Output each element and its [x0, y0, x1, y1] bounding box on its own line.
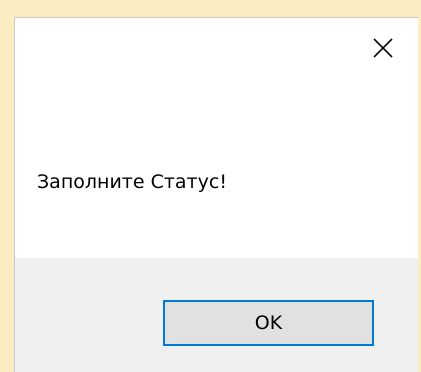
ok-button[interactable]: OK — [163, 300, 374, 346]
message-dialog: Заполните Статус! OK — [14, 17, 418, 372]
close-icon — [372, 37, 394, 64]
dialog-message: Заполните Статус! — [37, 171, 227, 193]
close-button[interactable] — [358, 28, 408, 72]
dialog-footer: OK — [15, 258, 418, 372]
